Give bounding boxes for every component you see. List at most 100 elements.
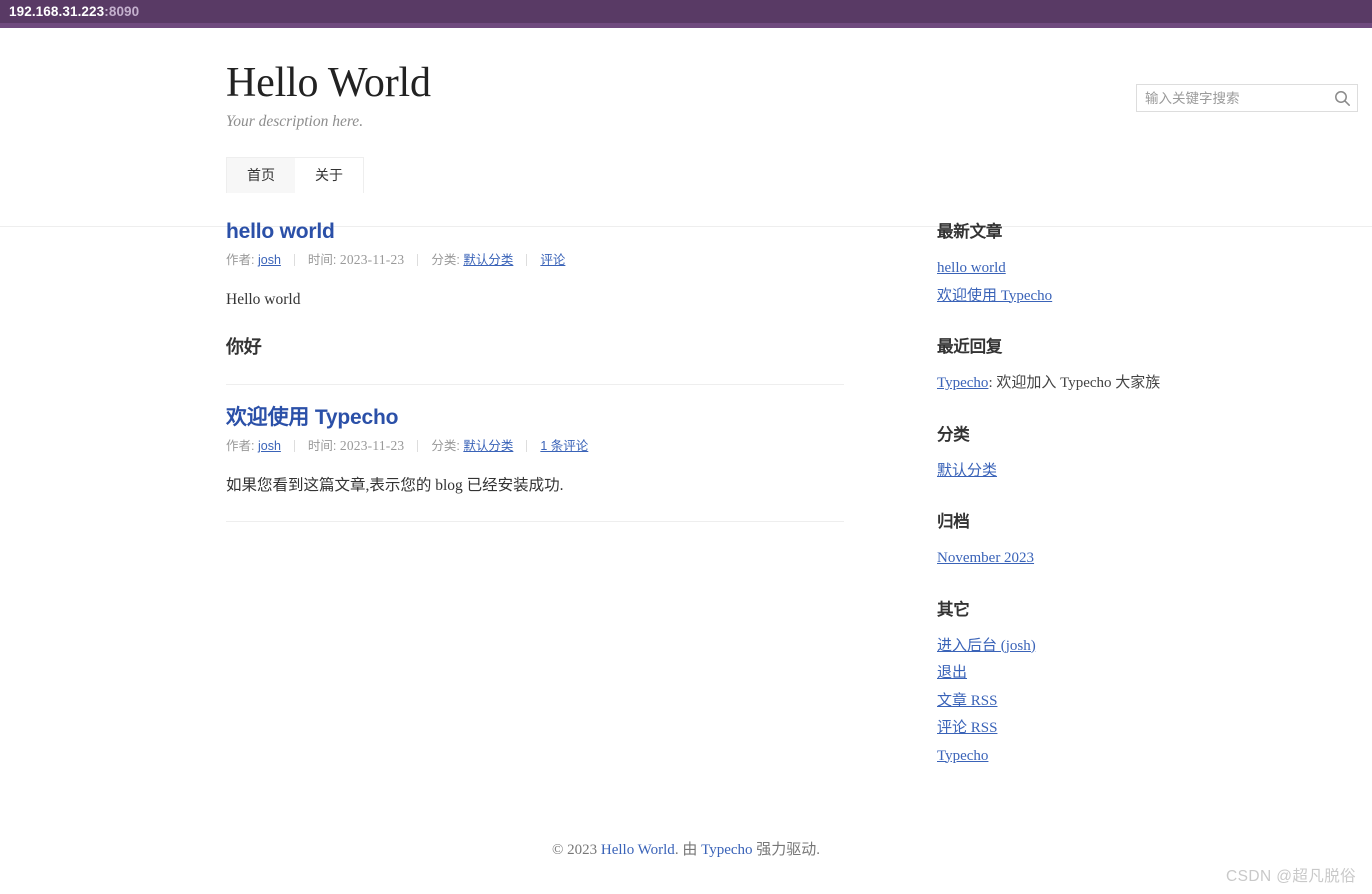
main-content: hello world 作者: josh 时间: 2023-11-23 分类: … xyxy=(226,218,846,793)
footer-mid-text: . 由 xyxy=(675,842,701,858)
footer-copyright: © 2023 xyxy=(552,842,601,858)
widget-title: 分类 xyxy=(937,421,1237,445)
list-item: Typecho xyxy=(937,743,1237,771)
site-header: Hello World Your description here. 首页 关于 xyxy=(226,33,1146,193)
list-item: 评论 RSS xyxy=(937,715,1237,743)
post-comments-link[interactable]: 1 条评论 xyxy=(540,439,588,453)
archive-link[interactable]: November 2023 xyxy=(937,550,1034,566)
post-category-link[interactable]: 默认分类 xyxy=(463,439,513,453)
widget-list: November 2023 xyxy=(937,545,1237,573)
meta-separator xyxy=(294,254,295,266)
typecho-link[interactable]: Typecho xyxy=(937,748,988,764)
post-author: 作者: josh xyxy=(226,251,281,269)
post-body: Hello world 你好 xyxy=(226,288,846,362)
search-form xyxy=(1136,84,1358,112)
meta-separator xyxy=(417,254,418,266)
posts-rss-link[interactable]: 文章 RSS xyxy=(937,693,997,709)
nav-item-home[interactable]: 首页 xyxy=(226,157,295,193)
widget-title: 最新文章 xyxy=(937,218,1237,242)
widget-title: 归档 xyxy=(937,508,1237,532)
category-link[interactable]: 默认分类 xyxy=(937,463,997,479)
widget-archives: 归档 November 2023 xyxy=(937,508,1237,573)
footer-tail-text: 强力驱动. xyxy=(753,842,821,858)
post-author-link[interactable]: josh xyxy=(258,439,281,453)
recent-post-link[interactable]: hello world xyxy=(937,260,1006,276)
sidebar: 最新文章 hello world 欢迎使用 Typecho 最近回复 Typec… xyxy=(937,218,1237,793)
widget-recent-posts: 最新文章 hello world 欢迎使用 Typecho xyxy=(937,218,1237,310)
watermark: CSDN @超凡脱俗 xyxy=(1226,864,1356,886)
post-author-label: 作者: xyxy=(226,439,254,453)
post-item: 欢迎使用 Typecho 作者: josh 时间: 2023-11-23 分类:… xyxy=(226,404,846,541)
url-host: 192.168.31.223 xyxy=(9,4,104,19)
admin-link[interactable]: 进入后台 (josh) xyxy=(937,638,1036,654)
meta-separator xyxy=(526,254,527,266)
widget-categories: 分类 默认分类 xyxy=(937,421,1237,486)
post-paragraph: Hello world xyxy=(226,288,846,313)
post-paragraph: 如果您看到这篇文章,表示您的 blog 已经安装成功. xyxy=(226,474,846,499)
post-title-link[interactable]: 欢迎使用 Typecho xyxy=(226,406,398,429)
post-title-link[interactable]: hello world xyxy=(226,220,335,243)
post-category: 分类: 默认分类 xyxy=(431,437,513,455)
comments-rss-link[interactable]: 评论 RSS xyxy=(937,720,997,736)
list-item: Typecho: 欢迎加入 Typecho 大家族 xyxy=(937,370,1237,398)
widget-title: 最近回复 xyxy=(937,333,1237,357)
list-item: November 2023 xyxy=(937,545,1237,573)
list-item: 进入后台 (josh) xyxy=(937,633,1237,661)
site-footer: © 2023 Hello World. 由 Typecho 强力驱动. xyxy=(0,838,1372,859)
list-item: hello world xyxy=(937,255,1237,283)
widget-other: 其它 进入后台 (josh) 退出 文章 RSS 评论 RSS Typecho xyxy=(937,596,1237,771)
post-comments: 评论 xyxy=(540,251,565,269)
post-author-link[interactable]: josh xyxy=(258,253,281,267)
recent-post-link[interactable]: 欢迎使用 Typecho xyxy=(937,288,1052,304)
post-divider xyxy=(226,521,844,522)
widget-list: 进入后台 (josh) 退出 文章 RSS 评论 RSS Typecho xyxy=(937,633,1237,771)
post-date-label: 时间: xyxy=(308,253,336,267)
url-text: 192.168.31.223:8090 xyxy=(9,4,139,19)
post-title: hello world xyxy=(226,218,846,245)
post-body: 如果您看到这篇文章,表示您的 blog 已经安装成功. xyxy=(226,474,846,499)
search-submit-button[interactable] xyxy=(1328,85,1357,111)
post-subheading: 你好 xyxy=(226,333,846,362)
post-category-link[interactable]: 默认分类 xyxy=(463,253,513,267)
site-title: Hello World xyxy=(226,60,1146,107)
logout-link[interactable]: 退出 xyxy=(937,665,967,681)
nav-item-about[interactable]: 关于 xyxy=(295,157,364,193)
post-divider xyxy=(226,384,844,385)
footer-site-link[interactable]: Hello World xyxy=(601,842,675,858)
post-author-label: 作者: xyxy=(226,253,254,267)
widget-list: hello world 欢迎使用 Typecho xyxy=(937,255,1237,310)
browser-url-bar[interactable]: 192.168.31.223:8090 xyxy=(0,0,1372,28)
list-item: 欢迎使用 Typecho xyxy=(937,283,1237,311)
recent-comment-author-link[interactable]: Typecho xyxy=(937,375,988,391)
recent-comment-excerpt: : 欢迎加入 Typecho 大家族 xyxy=(988,375,1160,391)
post-date-label: 时间: xyxy=(308,439,336,453)
post-meta: 作者: josh 时间: 2023-11-23 分类: 默认分类 评论 xyxy=(226,251,846,269)
page-wrapper: Hello World Your description here. 首页 关于 xyxy=(226,33,1146,793)
body-row: hello world 作者: josh 时间: 2023-11-23 分类: … xyxy=(226,193,1146,793)
post-category-label: 分类: xyxy=(431,253,459,267)
search-input[interactable] xyxy=(1137,85,1328,111)
widget-list: Typecho: 欢迎加入 Typecho 大家族 xyxy=(937,370,1237,398)
post-author: 作者: josh xyxy=(226,437,281,455)
widget-recent-comments: 最近回复 Typecho: 欢迎加入 Typecho 大家族 xyxy=(937,333,1237,398)
post-date-value: 2023-11-23 xyxy=(340,252,405,267)
meta-separator xyxy=(294,440,295,452)
widget-list: 默认分类 xyxy=(937,458,1237,486)
post-category: 分类: 默认分类 xyxy=(431,251,513,269)
post-comments-link[interactable]: 评论 xyxy=(540,253,565,267)
post-meta: 作者: josh 时间: 2023-11-23 分类: 默认分类 1 条评论 xyxy=(226,437,846,455)
meta-separator xyxy=(526,440,527,452)
main-nav: 首页 关于 xyxy=(226,157,364,193)
list-item: 文章 RSS xyxy=(937,688,1237,716)
page-root: Hello World Your description here. 首页 关于 xyxy=(0,33,1372,894)
post-item: hello world 作者: josh 时间: 2023-11-23 分类: … xyxy=(226,218,846,404)
url-port: :8090 xyxy=(104,4,139,19)
post-comments: 1 条评论 xyxy=(540,437,588,455)
post-date: 时间: 2023-11-23 xyxy=(308,251,404,269)
footer-engine-link[interactable]: Typecho xyxy=(701,842,752,858)
widget-title: 其它 xyxy=(937,596,1237,620)
post-date: 时间: 2023-11-23 xyxy=(308,437,404,455)
list-item: 默认分类 xyxy=(937,458,1237,486)
site-description: Your description here. xyxy=(226,113,1146,131)
post-title: 欢迎使用 Typecho xyxy=(226,404,846,431)
